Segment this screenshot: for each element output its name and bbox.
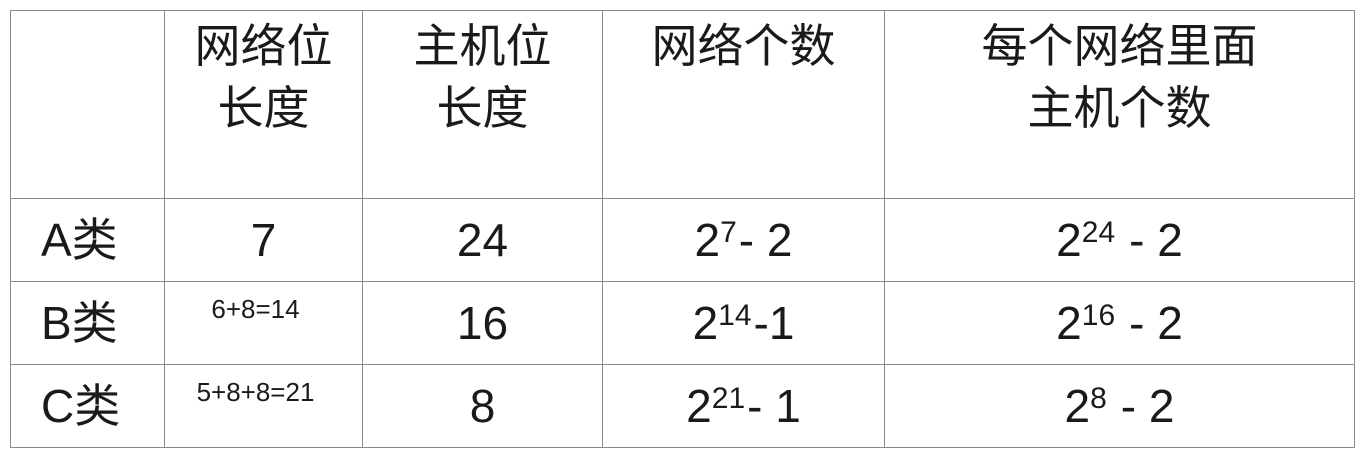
expr-base: 2	[1056, 297, 1082, 349]
expr-suffix: - 2	[738, 214, 793, 266]
expr-base: 2	[1056, 214, 1082, 266]
row-label-cell: B类	[10, 281, 165, 365]
expr-exponent: 14	[718, 299, 752, 332]
hosts-per-network-expression: 28 - 2	[1065, 380, 1175, 432]
table-row: C类 5+8+8=21 8 221- 1 28- 2	[10, 364, 1355, 448]
host-bits-value: 16	[456, 297, 509, 349]
network-count-cell: 27- 2	[602, 198, 885, 282]
host-bits-cell: 8	[362, 364, 603, 448]
hosts-per-network-cell: 28 - 2	[884, 364, 1355, 448]
host-bits-cell: 24	[362, 198, 603, 282]
hosts-per-network-expression: 216 - 2	[1056, 297, 1183, 349]
class-label: B类	[41, 297, 118, 349]
network-count-expression: 221- 1	[686, 380, 801, 432]
network-count-expression: 27- 2	[695, 214, 793, 266]
header-hosts-per-network-line2: 主机个数	[1027, 81, 1212, 135]
header-network-bits-line1: 网络位	[194, 19, 333, 73]
host-bits-value: 24	[456, 214, 509, 266]
network-bits-value: 7	[250, 214, 277, 266]
table-row: B类 6+8=14 16 214-1 216- 2	[10, 281, 1355, 365]
expr-base: 2	[686, 380, 712, 432]
class-label: A类	[41, 214, 118, 266]
header-row: 网络位 长度 主机位 长度 网络个数 每个网络里面 主机个数	[10, 10, 1355, 199]
header-network-bits-line2: 长度	[217, 81, 310, 135]
header-network-count-line1: 网络个数	[651, 19, 836, 73]
expr-exponent: 16	[1081, 299, 1116, 332]
expr-base: 2	[694, 214, 721, 266]
expr-suffix: - 2	[1129, 214, 1183, 266]
expr-suffix: -1	[753, 297, 795, 349]
expr-exponent: 24	[1081, 216, 1116, 249]
ip-class-table: 网络位 长度 主机位 长度 网络个数 每个网络里面 主机个数 A类 7 24 2…	[10, 10, 1355, 448]
expr-exponent: 7	[720, 216, 737, 249]
network-bits-cell: 5+8+8=21	[164, 364, 363, 448]
row-label-cell: C类	[10, 364, 165, 448]
expr-exponent: 21	[711, 382, 746, 415]
table-row: A类 7 24 27- 2 224- 2	[10, 198, 1355, 282]
network-bits-cell: 7	[164, 198, 363, 282]
header-corner-cell	[10, 10, 165, 199]
network-bits-value: 5+8+8=21	[196, 377, 315, 407]
class-label: C类	[41, 380, 121, 432]
host-bits-cell: 16	[362, 281, 603, 365]
network-bits-cell: 6+8=14	[164, 281, 363, 365]
network-count-expression: 214-1	[693, 297, 795, 349]
header-host-bits-line2: 长度	[436, 81, 529, 135]
network-bits-value: 6+8=14	[211, 294, 300, 324]
expr-exponent: 8	[1090, 382, 1107, 415]
expr-suffix: - 2	[1129, 297, 1183, 349]
network-count-cell: 221- 1	[602, 364, 885, 448]
header-network-count: 网络个数	[602, 10, 885, 199]
network-count-cell: 214-1	[602, 281, 885, 365]
header-hosts-per-network-line1: 每个网络里面	[981, 19, 1258, 73]
expr-base: 2	[692, 297, 719, 349]
hosts-per-network-expression: 224 - 2	[1056, 214, 1183, 266]
hosts-per-network-cell: 224 - 2	[884, 198, 1355, 282]
header-host-bits-line1: 主机位	[413, 19, 552, 73]
expr-suffix: - 1	[747, 380, 801, 432]
header-host-bits: 主机位 长度	[362, 10, 603, 199]
row-label-cell: A类	[10, 198, 165, 282]
expr-base: 2	[1064, 380, 1091, 432]
header-hosts-per-network: 每个网络里面 主机个数	[884, 10, 1355, 199]
header-network-bits: 网络位 长度	[164, 10, 363, 199]
host-bits-value: 8	[469, 380, 496, 432]
expr-suffix: - 2	[1120, 380, 1175, 432]
hosts-per-network-cell: 216 - 2	[884, 281, 1355, 365]
